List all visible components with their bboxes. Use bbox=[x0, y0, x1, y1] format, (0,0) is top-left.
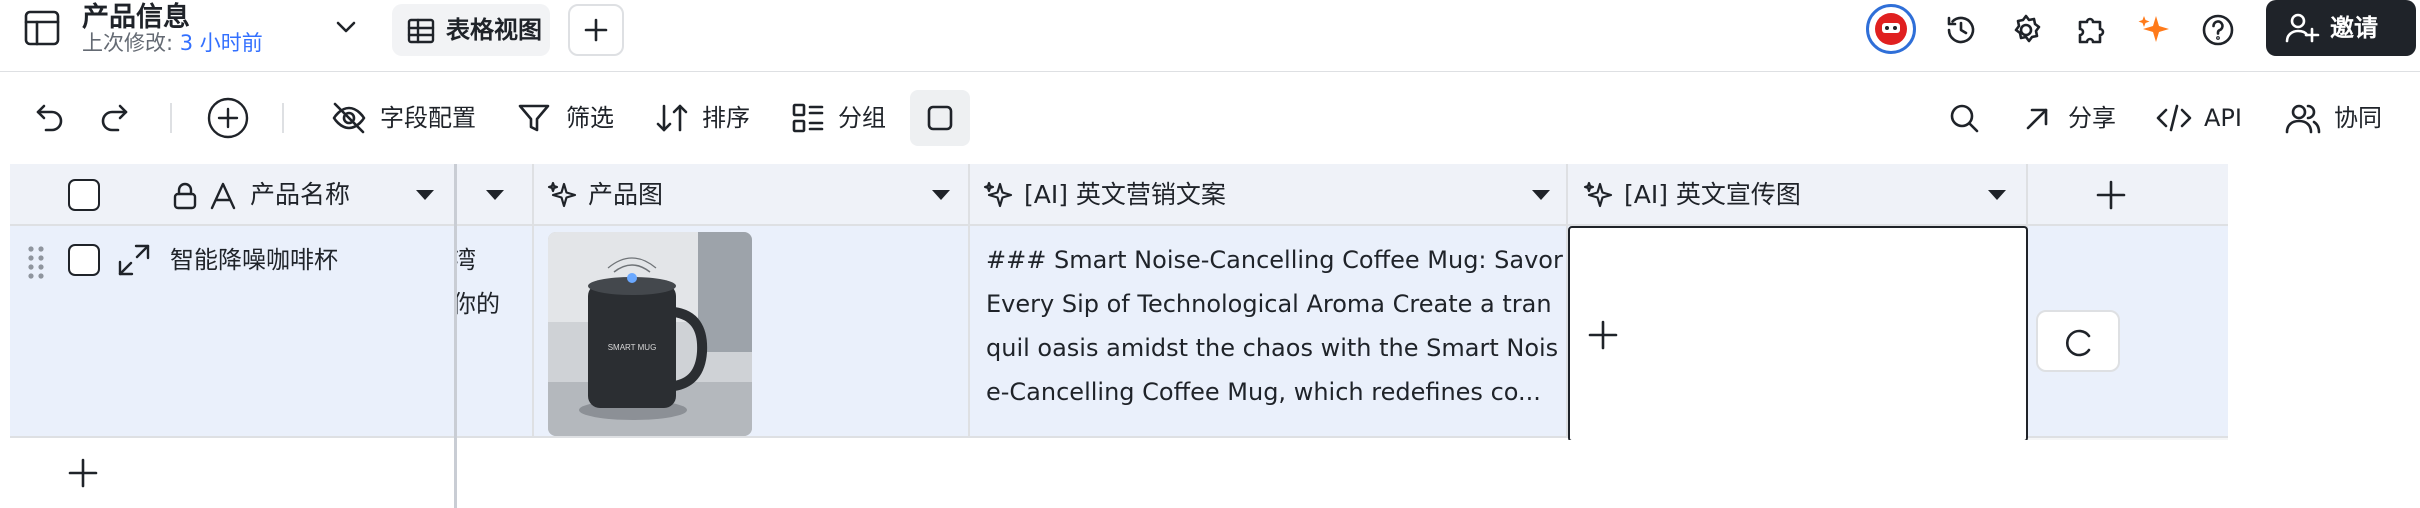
add-attachment-icon[interactable] bbox=[1586, 318, 1620, 352]
sort-button[interactable]: 排序 bbox=[702, 102, 750, 134]
add-record-button[interactable] bbox=[206, 96, 250, 140]
add-view-button[interactable] bbox=[568, 4, 624, 56]
select-all-checkbox[interactable] bbox=[68, 179, 100, 211]
share-icon[interactable] bbox=[2020, 100, 2054, 136]
search-icon[interactable] bbox=[1946, 100, 1982, 136]
avatar[interactable] bbox=[1866, 4, 1916, 54]
column-menu-icon[interactable] bbox=[486, 190, 504, 200]
gear-icon[interactable] bbox=[2008, 12, 2044, 48]
sparkle-icon[interactable] bbox=[2136, 12, 2172, 48]
column-header-product-name[interactable]: 产品名称 bbox=[10, 164, 454, 226]
cell-text-line: 你的 bbox=[456, 290, 500, 318]
lock-icon bbox=[170, 181, 200, 211]
row-height-button[interactable] bbox=[910, 90, 970, 146]
column-header-ai-promo-image[interactable]: [AI] 英文宣传图 bbox=[1568, 164, 2028, 226]
add-column-button[interactable] bbox=[2094, 178, 2128, 212]
column-menu-icon[interactable] bbox=[1532, 190, 1550, 200]
column-menu-icon[interactable] bbox=[1988, 190, 2006, 200]
toolbar: 字段配置 筛选 排序 分组 分享 API 协同 bbox=[0, 72, 2420, 164]
column-menu-icon[interactable] bbox=[416, 190, 434, 200]
cell-hidden-column[interactable]: 湾 你的 bbox=[456, 226, 534, 438]
data-grid: 产品名称 产品图 [AI] 英文营销文案 [AI] 英文宣传图 智能降噪咖啡杯 … bbox=[10, 164, 2420, 508]
collab-button[interactable]: 协同 bbox=[2334, 102, 2382, 134]
cell-ai-marketing-copy[interactable]: ### Smart Noise-Cancelling Coffee Mug: S… bbox=[970, 226, 1568, 438]
row-checkbox[interactable] bbox=[68, 244, 100, 276]
sort-icon[interactable] bbox=[654, 100, 690, 136]
sparkle-icon bbox=[982, 180, 1016, 212]
sparkle-icon bbox=[546, 180, 580, 212]
users-icon[interactable] bbox=[2284, 100, 2322, 136]
api-button[interactable]: API bbox=[2204, 102, 2242, 134]
sparkle-icon bbox=[1582, 180, 1616, 212]
column-header-product-image[interactable]: 产品图 bbox=[534, 164, 970, 226]
loading-icon bbox=[2062, 326, 2096, 360]
cell-product-name[interactable]: 智能降噪咖啡杯 bbox=[10, 226, 454, 438]
text-field-icon bbox=[208, 181, 238, 211]
invite-button[interactable]: 邀请 bbox=[2266, 0, 2416, 56]
column-label: 产品名称 bbox=[250, 180, 351, 209]
group-button[interactable]: 分组 bbox=[838, 102, 886, 134]
last-modified-label: 上次修改: bbox=[82, 31, 174, 55]
history-icon[interactable] bbox=[1943, 12, 1979, 48]
header-row: 产品名称 产品图 [AI] 英文营销文案 [AI] 英文宣传图 bbox=[10, 164, 2228, 226]
product-name: 智能降噪咖啡杯 bbox=[170, 246, 338, 274]
filter-button[interactable]: 筛选 bbox=[566, 102, 614, 134]
chevron-down-icon[interactable] bbox=[330, 14, 362, 42]
frozen-column-divider bbox=[454, 164, 457, 508]
grid-icon bbox=[406, 16, 436, 46]
top-bar: 产品信息 上次修改: 3 小时前 表格视图 邀请 bbox=[0, 0, 2420, 72]
column-menu-icon[interactable] bbox=[932, 190, 950, 200]
help-icon[interactable] bbox=[2200, 12, 2236, 48]
column-label: 产品图 bbox=[588, 180, 664, 209]
expand-icon[interactable] bbox=[116, 242, 152, 278]
column-header-hidden[interactable] bbox=[456, 164, 534, 226]
last-modified: 上次修改: 3 小时前 bbox=[82, 28, 263, 58]
tab-label: 表格视图 bbox=[446, 16, 542, 44]
plus-icon bbox=[582, 16, 610, 44]
divider bbox=[282, 103, 284, 133]
undo-icon[interactable] bbox=[32, 100, 68, 136]
divider bbox=[170, 103, 172, 133]
share-button[interactable]: 分享 bbox=[2068, 102, 2116, 134]
regenerate-button[interactable] bbox=[2036, 310, 2120, 372]
code-icon[interactable] bbox=[2154, 100, 2194, 136]
add-row-area bbox=[10, 440, 2228, 508]
add-user-icon bbox=[2284, 11, 2320, 45]
column-label: [AI] 英文营销文案 bbox=[1024, 180, 1226, 209]
drag-handle-icon[interactable] bbox=[26, 244, 46, 280]
add-row-button[interactable] bbox=[66, 456, 100, 490]
mug-logo-text: SMART MUG bbox=[608, 343, 657, 352]
field-config-button[interactable]: 字段配置 bbox=[380, 102, 476, 134]
group-icon[interactable] bbox=[790, 100, 826, 136]
marketing-copy-text: ### Smart Noise-Cancelling Coffee Mug: S… bbox=[986, 246, 1563, 406]
tab-table-view[interactable]: 表格视图 bbox=[392, 4, 550, 56]
column-header-ai-marketing-copy[interactable]: [AI] 英文营销文案 bbox=[970, 164, 1568, 226]
redo-icon[interactable] bbox=[96, 100, 132, 136]
puzzle-icon[interactable] bbox=[2072, 12, 2108, 48]
last-modified-value: 3 小时前 bbox=[179, 31, 263, 55]
cell-ai-promo-image[interactable] bbox=[1568, 226, 2028, 442]
square-icon bbox=[926, 104, 954, 132]
invite-label: 邀请 bbox=[2330, 14, 2378, 42]
column-label: [AI] 英文宣传图 bbox=[1624, 180, 1801, 209]
table-icon[interactable] bbox=[22, 8, 62, 48]
cell-text-line: 湾 bbox=[456, 238, 476, 282]
cell-product-image[interactable]: SMART MUG bbox=[534, 226, 970, 438]
eye-off-icon[interactable] bbox=[330, 100, 368, 136]
filter-icon[interactable] bbox=[516, 100, 552, 136]
product-image-thumbnail[interactable]: SMART MUG bbox=[548, 232, 752, 436]
